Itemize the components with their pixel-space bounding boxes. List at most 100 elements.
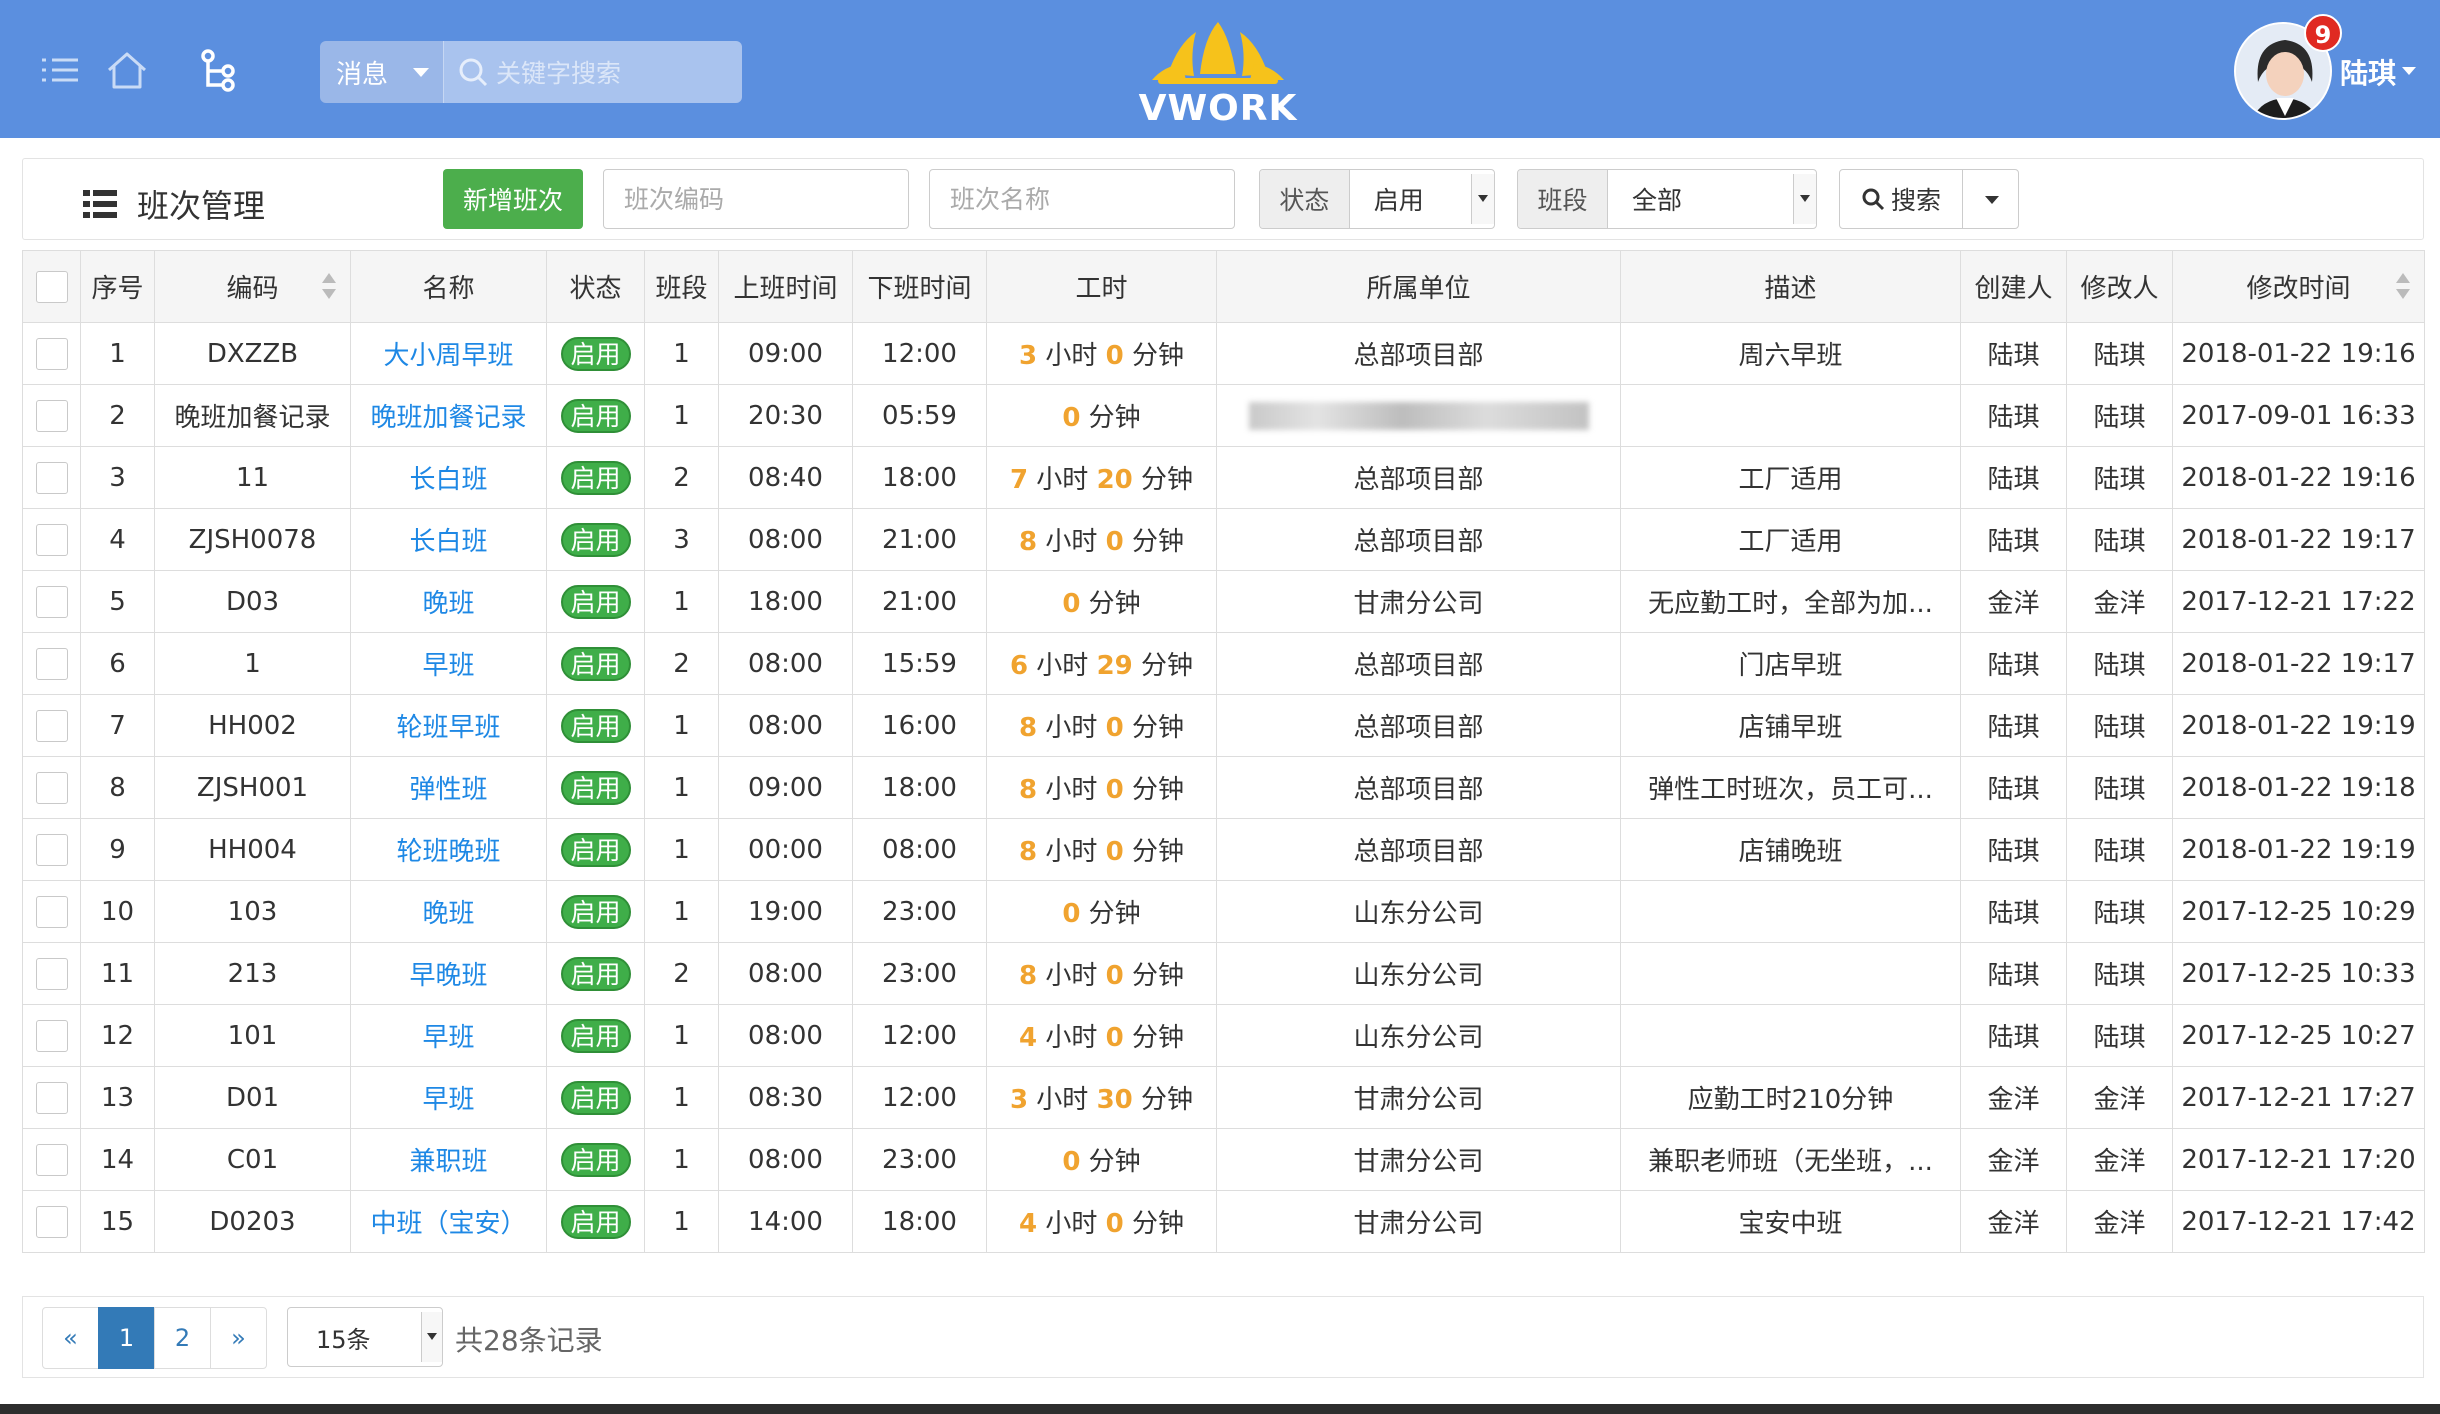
shift-name-link[interactable]: 中班（宝安） [370,1209,526,1239]
segment-select-value: 全部 [1632,186,1683,215]
table-row[interactable]: 8 ZJSH001 弹性班 启用 1 09:00 18:00 8 小时 0 分钟 总部项目部 弹性… [22,756,2425,819]
page-button-2[interactable]: 2 [154,1307,211,1369]
cell-no: 1 [80,322,155,385]
cell-end-time: 23:00 [852,942,987,1005]
select-all-checkbox[interactable] [35,270,68,303]
shift-name-link[interactable]: 轮班晚班 [396,837,500,867]
column-header[interactable]: 修改时间 [2172,250,2425,323]
shift-name-link[interactable]: 晚班加餐记录 [370,403,526,433]
shift-name-link[interactable]: 长白班 [409,527,487,557]
table-row[interactable]: 3 11 长白班 启用 2 08:40 18:00 7 小时 20 分钟 总部项目部 工厂适用 陆琪… [22,446,2425,509]
table-row[interactable]: 2 晚班加餐记录 晚班加餐记录 启用 1 20:30 05:59 0 分钟 陆琪 陆琪 2017-0… [22,384,2425,447]
table-row[interactable]: 14 C01 兼职班 启用 1 08:00 23:00 0 分钟 甘肃分公司 兼职老师班（无坐班，… [22,1128,2425,1191]
page-size-value: 15条 [316,1325,371,1354]
shift-name-link[interactable]: 早班 [422,1085,474,1115]
shift-code-input[interactable] [603,169,909,229]
status-select[interactable]: 启用 [1350,170,1494,228]
shift-name-link[interactable]: 晚班 [422,589,474,619]
row-checkbox[interactable] [35,461,68,494]
cell-work-hours: 8 小时 0 分钟 [986,818,1217,881]
shift-name-link[interactable]: 长白班 [409,465,487,495]
row-checkbox[interactable] [35,709,68,742]
minutes-unit: 分钟 [1141,651,1194,681]
notification-badge[interactable]: 9 [2304,14,2342,52]
status-badge: 启用 [560,336,631,371]
menu-list-icon[interactable] [36,46,84,94]
cell-creator: 陆琪 [1960,632,2067,695]
row-checkbox[interactable] [35,337,68,370]
row-checkbox[interactable] [35,585,68,618]
cell-name: 晚班 [350,570,547,633]
search-type-select[interactable]: 消息 [320,41,443,103]
cell-code: 11 [154,446,351,509]
sort-icon[interactable] [322,273,336,301]
minutes-value: 0 [1105,1023,1124,1053]
row-checkbox[interactable] [35,523,68,556]
cell-unit: 甘肃分公司 [1216,570,1621,633]
table-row[interactable]: 4 ZJSH0078 长白班 启用 3 08:00 21:00 8 小时 0 分钟 总部项目部工… [22,508,2425,571]
sort-icon[interactable] [2396,273,2410,301]
hours-unit: 小时 [1045,1023,1098,1053]
shift-name-link[interactable]: 大小周早班 [383,341,513,371]
shift-name-link[interactable]: 轮班早班 [396,713,500,743]
home-icon[interactable] [103,46,151,94]
segment-select[interactable]: 全部 [1608,170,1816,228]
table-row[interactable]: 9 HH004 轮班晚班 启用 1 00:00 08:00 8 小时 0 分钟 总部项目部 店铺晚… [22,818,2425,881]
row-checkbox[interactable] [35,957,68,990]
cell-no: 4 [80,508,155,571]
search-icon [459,58,488,87]
column-header: 修改人 [2066,250,2173,323]
table-row[interactable]: 12 101 早班 启用 1 08:00 12:00 4 小时 0 分钟 山东分公司 陆琪 陆琪 20… [22,1004,2425,1067]
prev-page-button[interactable]: « [42,1307,99,1369]
table-row[interactable]: 1 DXZZB 大小周早班 启用 1 09:00 12:00 3 小时 0 分钟 总部项目部 周六… [22,322,2425,385]
shift-name-link[interactable]: 弹性班 [409,775,487,805]
row-checkbox[interactable] [35,647,68,680]
unit-text: 总部项目部 [1353,775,1484,805]
search-input[interactable] [494,41,738,103]
cell-name: 中班（宝安） [350,1190,547,1253]
row-checkbox[interactable] [35,895,68,928]
unit-text: 山东分公司 [1353,961,1484,991]
shift-name-link[interactable]: 晚班 [422,899,474,929]
shift-name-input[interactable] [929,169,1235,229]
row-checkbox[interactable] [35,1081,68,1114]
page-button-1[interactable]: 1 [98,1307,155,1369]
cell-end-time: 23:00 [852,1128,987,1191]
table-row[interactable]: 5 D03 晚班 启用 1 18:00 21:00 0 分钟 甘肃分公司 无应勤工时，全部为加..… [22,570,2425,633]
row-checkbox[interactable] [35,1143,68,1176]
table-row[interactable]: 7 HH002 轮班早班 启用 1 08:00 16:00 8 小时 0 分钟 总部项目部 店铺早… [22,694,2425,757]
column-header[interactable]: 编码 [154,250,351,323]
search-button[interactable]: 搜索 [1840,170,1963,228]
org-structure-icon[interactable] [195,46,243,94]
table-row[interactable]: 6 1 早班 启用 2 08:00 15:59 6 小时 29 分钟 总部项目部 门店早班 陆琪 陆琪… [22,632,2425,695]
shift-name-link[interactable]: 早班 [422,651,474,681]
cell-work-hours: 6 小时 29 分钟 [986,632,1217,695]
cell-status: 启用 [546,694,645,757]
next-page-button[interactable]: » [210,1307,267,1369]
row-checkbox[interactable] [35,833,68,866]
user-name[interactable]: 陆琪 [2340,52,2396,92]
row-checkbox[interactable] [35,1019,68,1052]
row-checkbox[interactable] [35,771,68,804]
add-shift-button[interactable]: 新增班次 [443,169,583,229]
shift-name-link[interactable]: 兼职班 [409,1147,487,1177]
cell-no: 15 [80,1190,155,1253]
table-row[interactable]: 15 D0203 中班（宝安） 启用 1 14:00 18:00 4 小时 0 分钟 甘肃分公司… [22,1190,2425,1253]
cell-description: 门店早班 [1620,632,1961,695]
table-row[interactable]: 11 213 早晚班 启用 2 08:00 23:00 8 小时 0 分钟 山东分公司 陆琪 陆琪 2… [22,942,2425,1005]
cell-work-hours: 8 小时 0 分钟 [986,756,1217,819]
cell-work-hours: 0 分钟 [986,1128,1217,1191]
row-checkbox[interactable] [35,1205,68,1238]
row-select-cell [22,508,81,571]
search-options-dropdown[interactable] [1963,170,2018,228]
cell-name: 早班 [350,632,547,695]
shift-name-link[interactable]: 早晚班 [409,961,487,991]
table-row[interactable]: 10 103 晚班 启用 1 19:00 23:00 0 分钟 山东分公司 陆琪 陆琪 2017-12… [22,880,2425,943]
page-size-select[interactable]: 15条 [287,1307,443,1367]
user-menu-caret-icon[interactable] [2402,67,2416,75]
row-checkbox[interactable] [35,399,68,432]
shift-name-link[interactable]: 早班 [422,1023,474,1053]
cell-modified-time: 2017-12-25 10:27 [2172,1004,2425,1067]
unit-text: 山东分公司 [1353,1023,1484,1053]
table-row[interactable]: 13 D01 早班 启用 1 08:30 12:00 3 小时 30 分钟 甘肃分公司 应勤工时2… [22,1066,2425,1129]
